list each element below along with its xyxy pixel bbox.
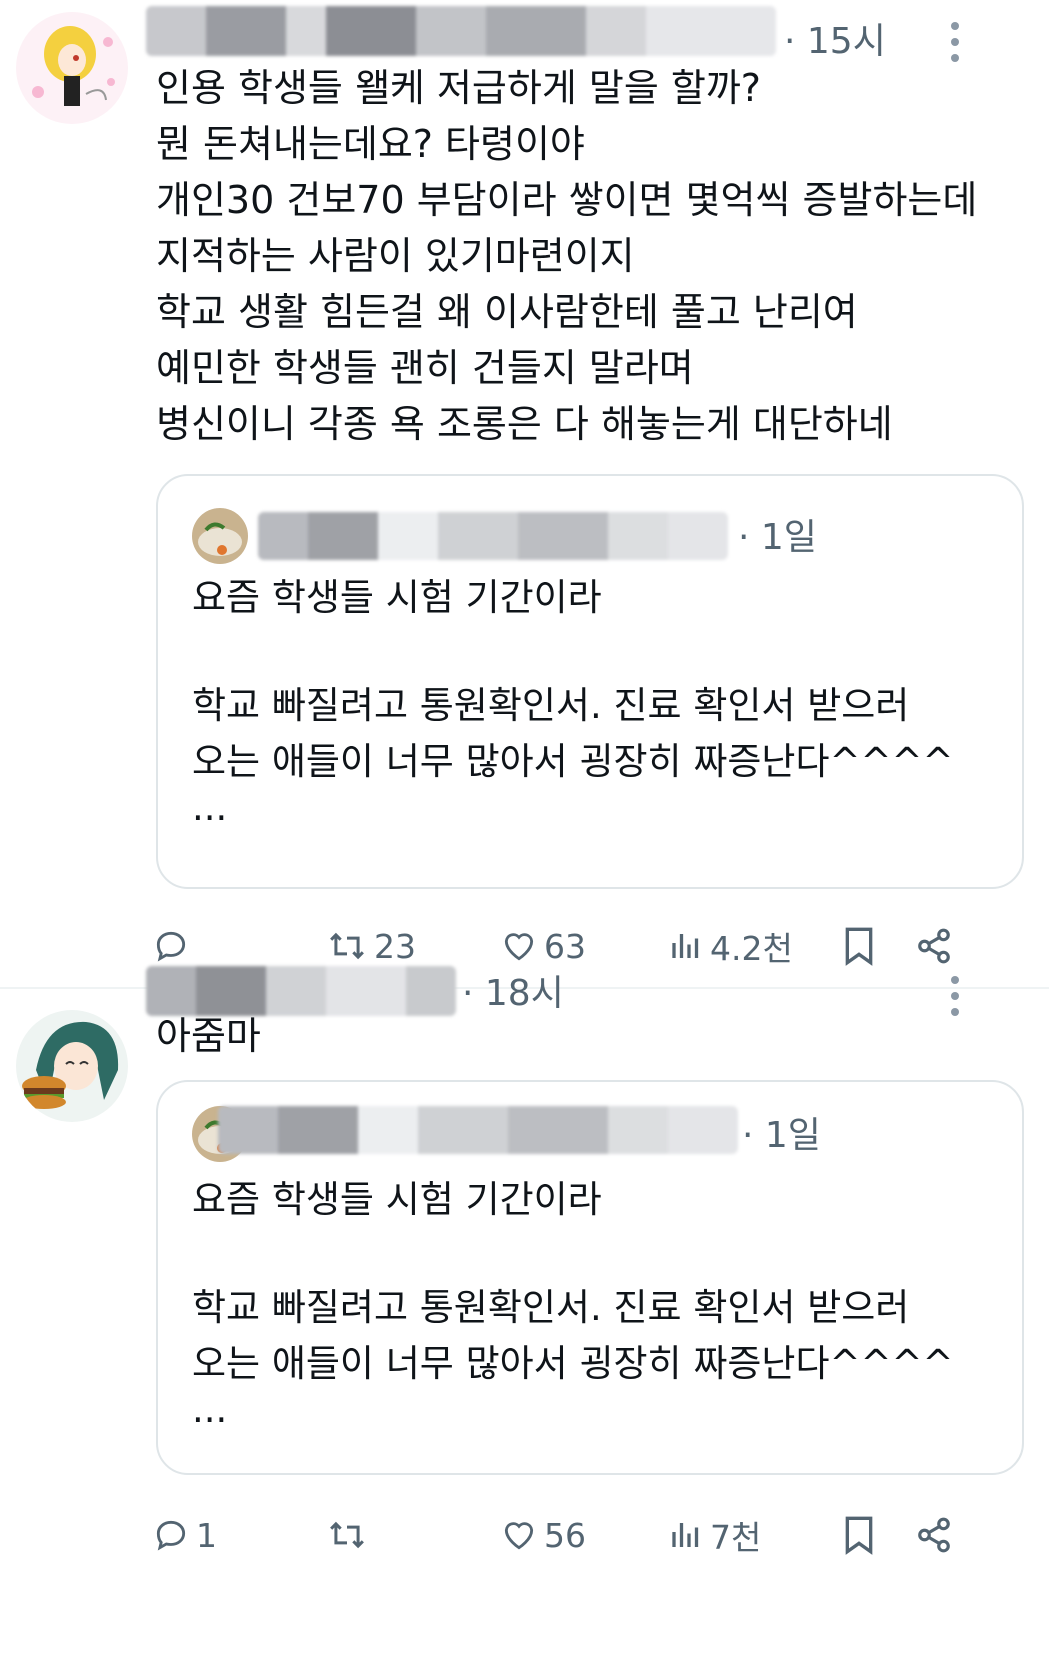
timestamp[interactable]: · 18시 [462,964,564,1016]
bookmark-button[interactable] [842,1505,876,1565]
heart-icon [504,933,534,961]
like-count: 63 [544,926,586,966]
bookmark-icon [845,1516,873,1555]
retweet-icon [330,932,364,960]
views-icon [672,934,699,958]
tweet-text: 아줌마 [156,1008,261,1064]
quoted-text-line: 요즘 학생들 시험 기간이라 [192,1178,602,1221]
quoted-text-line: 학교 빠질려고 통원확인서. 진료 확인서 받으러 [192,684,910,727]
avatar[interactable] [16,1010,128,1122]
quoted-text-line: 학교 빠질려고 통원확인서. 진료 확인서 받으러 [192,1286,910,1329]
bookmark-icon [845,927,873,966]
tweet-text-line: 예민한 학생들 괜히 건들지 말라며 [156,346,694,390]
like-button[interactable]: 56 [500,1505,586,1565]
share-button[interactable] [915,1505,953,1565]
quoted-avatar[interactable] [192,508,248,564]
reply-icon [156,931,186,962]
reply-button[interactable]: 1 [152,1505,217,1565]
tweet-text-line: 학교 생활 힘든걸 왜 이사람한테 풀고 난리여 [156,290,858,334]
quoted-tweet[interactable]: · 1일 요즘 학생들 시험 기간이라 학교 빠질려고 통원확인서. 진료 확인… [156,1080,1024,1475]
quoted-timestamp[interactable]: · 1일 [738,508,817,560]
quoted-timestamp[interactable]: · 1일 [742,1106,821,1158]
reply-count: 1 [196,1515,217,1555]
quoted-text-line: 요즘 학생들 시험 기간이라 [192,576,602,619]
views-button[interactable]: 4.2천 [668,916,793,976]
quoted-text: 요즘 학생들 시험 기간이라 학교 빠질려고 통원확인서. 진료 확인서 받으러… [192,1172,954,1438]
tweet-text-line: 아줌마 [156,1014,261,1058]
quoted-author-blurred[interactable] [258,512,728,560]
retweet-count: 23 [374,926,416,966]
share-icon [918,928,950,964]
quoted-text: 요즘 학생들 시험 기간이라 학교 빠질려고 통원확인서. 진료 확인서 받으러… [192,570,954,836]
tweet-text: 인용 학생들 왤케 저급하게 말을 할까? 뭔 돈쳐내는데요? 타령이야 개인3… [156,60,977,452]
retweet-icon [330,1521,364,1549]
tweet[interactable]: · 18시 아줌마 · 1일 요즘 학생들 시험 기간이라 학교 빠질려고 통원… [0,966,1049,1657]
views-button[interactable]: 7천 [668,1505,761,1565]
tweet-text-line: 병신이니 각종 욕 조롱은 다 해놓는게 대단하네 [156,402,893,446]
tweet-text-line: 지적하는 사람이 있기마련이지 [156,234,635,278]
tweet[interactable]: · 15시 인용 학생들 왤케 저급하게 말을 할까? 뭔 돈쳐내는데요? 타령… [0,0,1049,988]
tweet-actions: 1 56 7천 [0,1505,1049,1565]
views-count: 4.2천 [710,929,793,968]
quoted-tweet[interactable]: · 1일 요즘 학생들 시험 기간이라 학교 빠질려고 통원확인서. 진료 확인… [156,474,1024,889]
share-button[interactable] [915,916,953,976]
timestamp[interactable]: · 15시 [784,12,886,64]
heart-icon [504,1522,534,1550]
author-name-blurred[interactable] [146,6,776,56]
views-icon [672,1523,699,1547]
tweet-text-line: 인용 학생들 왤케 저급하게 말을 할까? [156,66,761,110]
tweet-text-line: 뭔 돈쳐내는데요? 타령이야 [156,122,585,166]
reply-icon [156,1520,186,1551]
quoted-text-line: 오는 애들이 너무 많아서 굉장히 짜증난다^^^^ [192,740,954,783]
quoted-author-blurred[interactable] [218,1106,738,1154]
quoted-text-line: 오는 애들이 너무 많아서 굉장히 짜증난다^^^^ [192,1342,954,1385]
more-vertical-icon[interactable] [949,976,961,1024]
retweet-button[interactable] [326,1505,374,1565]
share-icon [918,1517,950,1553]
bookmark-button[interactable] [842,916,876,976]
avatar[interactable] [16,12,128,124]
like-count: 56 [544,1515,586,1555]
views-count: 7천 [710,1518,762,1557]
tweet-text-line: 개인30 건보70 부담이라 쌓이면 몇억씩 증발하는데 [156,178,978,222]
